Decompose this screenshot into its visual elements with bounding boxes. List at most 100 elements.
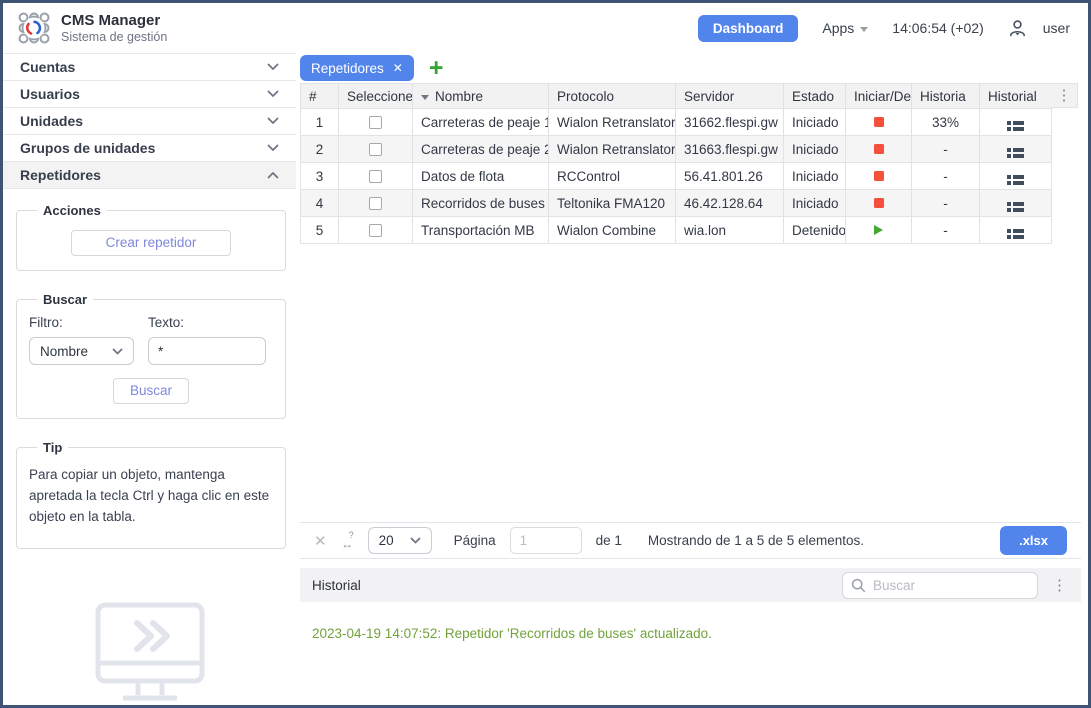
cell-protocolo: Wialon Retranslator [549, 136, 676, 163]
cell-protocolo: RCControl [549, 163, 676, 190]
export-xlsx-button[interactable]: .xlsx [1000, 526, 1067, 555]
dashboard-button[interactable]: Dashboard [698, 15, 799, 42]
cell-servidor: 56.41.801.26 [676, 163, 784, 190]
col-protocolo[interactable]: Protocolo [549, 84, 676, 109]
pagination-bar: ✕ ?↔ 20 Página de 1 Mostrando de 1 a 5 d… [300, 522, 1081, 559]
user-name: user [1043, 20, 1070, 36]
col-num[interactable]: # [301, 84, 339, 109]
kebab-menu-icon[interactable]: ⋮ [1057, 88, 1072, 103]
cell-protocolo: Teltonika FMA120 [549, 190, 676, 217]
texto-input[interactable] [148, 337, 266, 365]
tip-panel: Tip Para copiar un objeto, mantenga apre… [16, 440, 286, 549]
row-checkbox[interactable] [369, 116, 382, 129]
row-number: 3 [301, 163, 339, 190]
chevron-icon [267, 90, 279, 98]
page-of-label: de 1 [596, 533, 622, 548]
historial-search [842, 572, 1038, 599]
stop-button[interactable] [874, 171, 884, 181]
tab-repetidores[interactable]: Repetidores ✕ [300, 55, 414, 81]
fit-columns-icon[interactable]: ?↔ [341, 531, 354, 550]
col-iniciar-det[interactable]: Iniciar/Det [846, 84, 912, 109]
app-title: CMS Manager [61, 12, 167, 29]
sidebar-item-grupos-de-unidades[interactable]: Grupos de unidades [3, 135, 296, 162]
filtro-select[interactable]: Nombre [29, 337, 134, 365]
chevron-icon [267, 63, 279, 71]
table-row[interactable]: 4 Recorridos de buses Teltonika FMA120 4… [301, 190, 1052, 217]
col-historial[interactable]: Historial [980, 84, 1052, 109]
row-number: 1 [301, 109, 339, 136]
filtro-selected-value: Nombre [40, 344, 88, 359]
history-list-icon[interactable] [1007, 148, 1024, 158]
cell-estado: Detenido [784, 217, 846, 244]
cell-nombre: Datos de flota [413, 163, 549, 190]
historial-search-input[interactable] [842, 572, 1038, 599]
monitor-icon [85, 601, 215, 708]
sidebar-item-repetidores[interactable]: Repetidores [3, 162, 296, 189]
app-subtitle: Sistema de gestión [61, 30, 167, 44]
cell-servidor: 31662.flespi.gw [676, 109, 784, 136]
row-checkbox[interactable] [369, 170, 382, 183]
chevron-down-icon [860, 27, 868, 32]
row-checkbox[interactable] [369, 224, 382, 237]
row-checkbox[interactable] [369, 197, 382, 210]
crear-repetidor-button[interactable]: Crear repetidor [71, 230, 231, 256]
sort-desc-icon [421, 95, 429, 100]
cell-historia: - [912, 217, 980, 244]
page-number-input[interactable] [510, 527, 582, 554]
tip-text: Para copiar un objeto, mantenga apretada… [29, 465, 273, 528]
start-button[interactable] [874, 225, 883, 235]
history-list-icon[interactable] [1007, 175, 1024, 185]
sidebar-item-usuarios[interactable]: Usuarios [3, 81, 296, 108]
table-row[interactable]: 1 Carreteras de peaje 1 Wialon Retransla… [301, 109, 1052, 136]
history-list-icon[interactable] [1007, 121, 1024, 131]
texto-label: Texto: [148, 315, 266, 330]
historial-menu-icon[interactable]: ⋮ [1052, 578, 1067, 593]
row-checkbox[interactable] [369, 143, 382, 156]
cms-logo-icon [17, 11, 51, 45]
table-header-row: # Seleccione Nombre Protocolo Servidor E… [301, 84, 1052, 109]
col-estado[interactable]: Estado [784, 84, 846, 109]
history-list-icon[interactable] [1007, 229, 1024, 239]
cell-protocolo: Wialon Combine [549, 217, 676, 244]
add-tab-button[interactable]: + [429, 56, 444, 80]
buscar-button[interactable]: Buscar [113, 378, 189, 404]
col-seleccione[interactable]: Seleccione [339, 84, 413, 109]
sidebar-accordion: Cuentas Usuarios Unidades Grupos de unid… [3, 53, 296, 189]
historial-header: Historial ⋮ [300, 568, 1081, 602]
cell-servidor: 31663.flespi.gw [676, 136, 784, 163]
cell-estado: Iniciado [784, 163, 846, 190]
cell-historia: - [912, 136, 980, 163]
clear-selection-icon[interactable]: ✕ [314, 532, 327, 550]
cell-historia: - [912, 190, 980, 217]
cell-servidor: wia.lon [676, 217, 784, 244]
cell-historia: - [912, 163, 980, 190]
monitor-illustration [3, 601, 296, 708]
cell-servidor: 46.42.128.64 [676, 190, 784, 217]
stop-button[interactable] [874, 117, 884, 127]
cell-protocolo: Wialon Retranslator [549, 109, 676, 136]
table-row[interactable]: 3 Datos de flota RCControl 56.41.801.26 … [301, 163, 1052, 190]
table-row[interactable]: 5 Transportación MB Wialon Combine wia.l… [301, 217, 1052, 244]
page-size-select[interactable]: 20 [368, 527, 432, 554]
clock: 14:06:54 (+02) [892, 20, 983, 36]
col-historia[interactable]: Historia [912, 84, 980, 109]
history-list-icon[interactable] [1007, 202, 1024, 212]
row-number: 4 [301, 190, 339, 217]
filtro-label: Filtro: [29, 315, 134, 330]
column-settings[interactable]: ⋮ [1051, 83, 1078, 108]
cell-estado: Iniciado [784, 190, 846, 217]
user-menu[interactable]: user [1008, 19, 1070, 38]
apps-menu[interactable]: Apps [822, 20, 868, 36]
search-icon [851, 578, 866, 593]
stop-button[interactable] [874, 198, 884, 208]
chevron-down-icon [410, 537, 421, 544]
stop-button[interactable] [874, 144, 884, 154]
col-servidor[interactable]: Servidor [676, 84, 784, 109]
sidebar-item-cuentas[interactable]: Cuentas [3, 54, 296, 81]
table-row[interactable]: 2 Carreteras de peaje 2 Wialon Retransla… [301, 136, 1052, 163]
col-nombre[interactable]: Nombre [413, 84, 549, 109]
historial-title: Historial [312, 578, 361, 593]
chevron-down-icon [112, 348, 123, 355]
sidebar-item-unidades[interactable]: Unidades [3, 108, 296, 135]
tab-close-icon[interactable]: ✕ [393, 62, 403, 74]
